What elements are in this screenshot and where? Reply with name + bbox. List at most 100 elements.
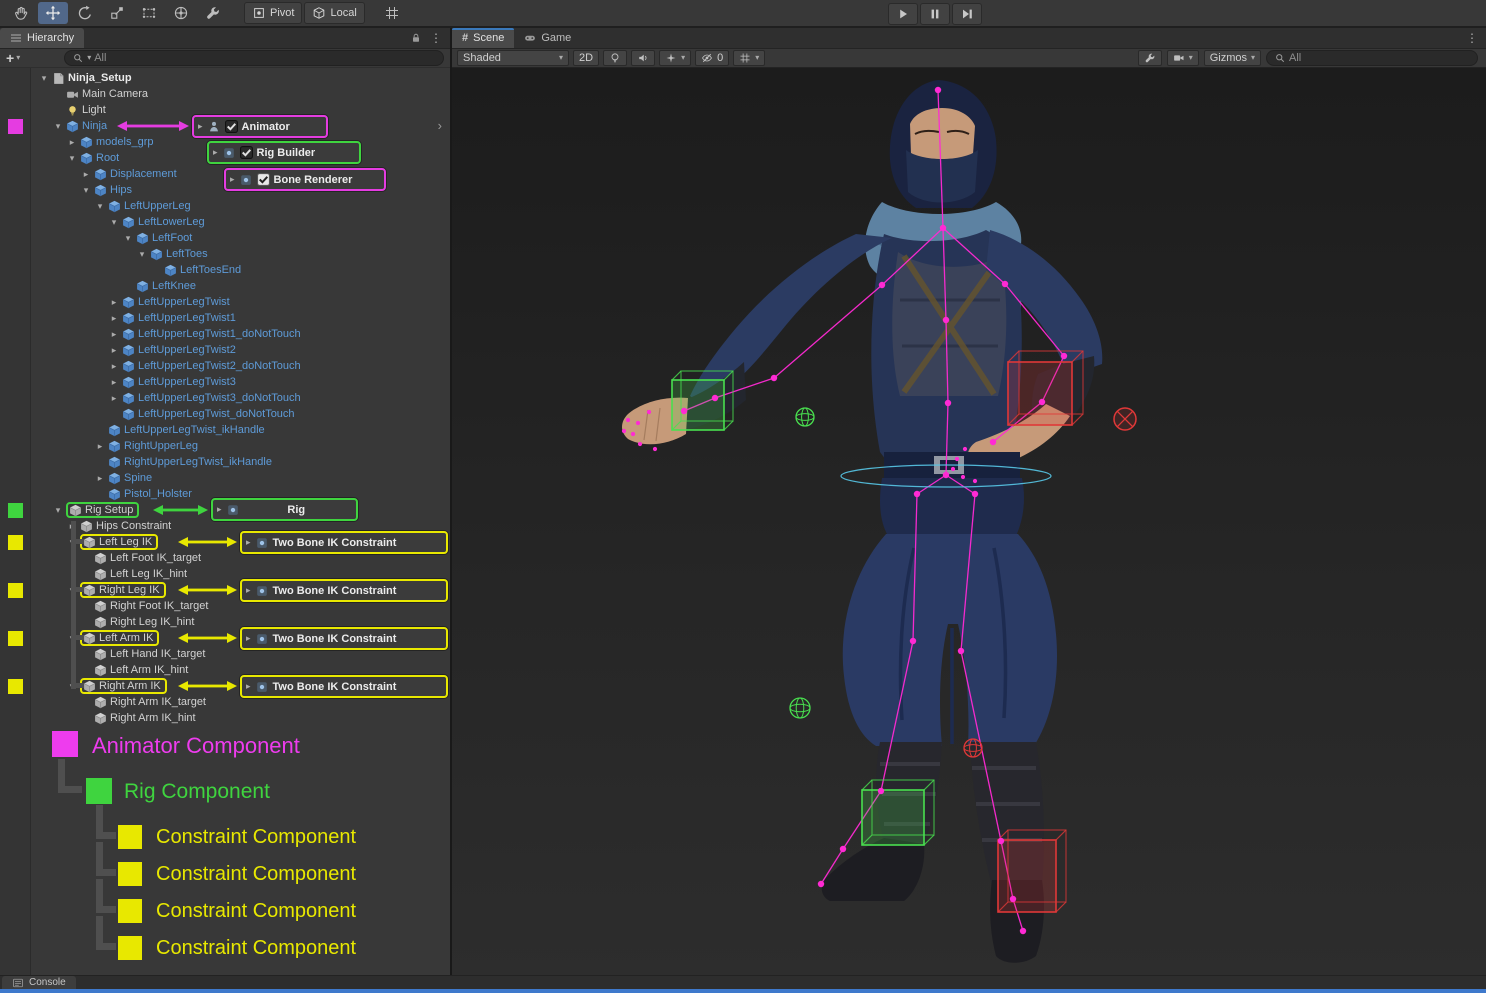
bone-joint[interactable] — [945, 400, 951, 406]
hierarchy-item-lefttoes[interactable]: ▾LeftToes — [32, 246, 450, 262]
hierarchy-item-rightupperleg[interactable]: ▸RightUpperLeg — [32, 438, 450, 454]
transform-tool-button[interactable] — [166, 2, 196, 24]
finger-joint[interactable] — [973, 479, 977, 483]
hierarchy-item-lefttoesend[interactable]: LeftToesEnd — [32, 262, 450, 278]
expander-closed-icon[interactable]: ▸ — [106, 313, 122, 324]
hierarchy-item-right-arm-ik-hint[interactable]: Right Arm IK_hint — [32, 710, 450, 726]
hierarchy-item-ninja-setup[interactable]: ▾Ninja_Setup — [32, 70, 450, 86]
bone-joint[interactable] — [990, 439, 996, 445]
finger-joint[interactable] — [638, 442, 642, 446]
hierarchy-item-leftknee[interactable]: LeftKnee — [32, 278, 450, 294]
bone-joint[interactable] — [771, 375, 777, 381]
2d-toggle-button[interactable]: 2D — [573, 50, 599, 66]
left-foot-ik-effector[interactable] — [862, 780, 934, 845]
expander-closed-icon[interactable]: ▸ — [92, 473, 108, 484]
hierarchy-item-leftupperlegtwist[interactable]: ▸LeftUpperLegTwist — [32, 294, 450, 310]
right-foot-ik-effector[interactable] — [998, 830, 1066, 912]
hierarchy-item-leftfoot[interactable]: ▾LeftFoot — [32, 230, 450, 246]
bone-joint[interactable] — [1039, 399, 1045, 405]
left-arm-hint-gizmo[interactable] — [796, 408, 814, 426]
right-hand-ik-effector[interactable] — [1008, 351, 1083, 425]
expander-closed-icon[interactable]: ▸ — [106, 345, 122, 356]
hierarchy-menu-icon[interactable]: ⋮ — [430, 31, 442, 45]
hierarchy-item-leftupperlegtwist3-donottouch[interactable]: ▸LeftUpperLegTwist3_doNotTouch — [32, 390, 450, 406]
hierarchy-search-input[interactable] — [94, 52, 436, 64]
expander-closed-icon[interactable]: ▸ — [78, 169, 94, 180]
tab-game[interactable]: Game — [514, 28, 581, 48]
finger-joint[interactable] — [653, 447, 657, 451]
scale-tool-button[interactable] — [102, 2, 132, 24]
hierarchy-item-leftupperlegtwist2[interactable]: ▸LeftUpperLegTwist2 — [32, 342, 450, 358]
hierarchy-item-main-camera[interactable]: Main Camera — [32, 86, 450, 102]
rotate-tool-button[interactable] — [70, 2, 100, 24]
expander-open-icon[interactable]: ▾ — [134, 249, 150, 260]
tab-scene[interactable]: # Scene — [452, 28, 514, 48]
bone-joint[interactable] — [940, 225, 946, 231]
scene-visibility-button[interactable]: 0 — [695, 50, 729, 66]
bone-joint[interactable] — [958, 648, 964, 654]
finger-joint[interactable] — [955, 457, 959, 461]
tab-hierarchy[interactable]: Hierarchy — [0, 28, 84, 48]
play-button[interactable] — [888, 3, 918, 25]
audio-toggle-button[interactable] — [631, 50, 655, 66]
finger-joint[interactable] — [963, 447, 967, 451]
lock-icon[interactable] — [410, 32, 422, 44]
bone-joint[interactable] — [1002, 281, 1008, 287]
prefab-open-chevron[interactable]: › — [438, 118, 442, 134]
editor-tools-button[interactable] — [1138, 50, 1162, 66]
bone-joint[interactable] — [681, 408, 687, 414]
bone-joint[interactable] — [998, 838, 1004, 844]
step-button[interactable] — [952, 3, 982, 25]
finger-joint[interactable] — [636, 421, 640, 425]
hierarchy-item-leftlowerleg[interactable]: ▾LeftLowerLeg — [32, 214, 450, 230]
expander-closed-icon[interactable]: ▸ — [106, 393, 122, 404]
expander-closed-icon[interactable]: ▸ — [106, 297, 122, 308]
scene-camera-dropdown[interactable]: ▾ — [1167, 50, 1199, 66]
left-hand-ik-effector[interactable] — [672, 371, 733, 430]
hierarchy-item-leftupperlegtwist1[interactable]: ▸LeftUpperLegTwist1 — [32, 310, 450, 326]
bone-joint[interactable] — [878, 788, 884, 794]
bone-joint[interactable] — [712, 395, 718, 401]
hierarchy-item-leftupperlegtwist3[interactable]: ▸LeftUpperLegTwist3 — [32, 374, 450, 390]
bone-joint[interactable] — [935, 87, 941, 93]
finger-joint[interactable] — [626, 418, 630, 422]
scene-menu-icon[interactable]: ⋮ — [1466, 31, 1478, 45]
lighting-toggle-button[interactable] — [603, 50, 627, 66]
expander-closed-icon[interactable]: ▸ — [92, 441, 108, 452]
custom-tool-button[interactable] — [198, 2, 228, 24]
bone-joint[interactable] — [972, 491, 978, 497]
bone-joint[interactable] — [943, 472, 949, 478]
shading-mode-dropdown[interactable]: Shaded ▾ — [457, 50, 569, 66]
expander-closed-icon[interactable]: ▸ — [106, 329, 122, 340]
right-arm-hint-gizmo[interactable] — [1114, 408, 1136, 430]
effects-dropdown-button[interactable]: ▾ — [659, 50, 691, 66]
local-toggle-button[interactable]: Local — [304, 2, 364, 24]
hierarchy-item-spine[interactable]: ▸Spine — [32, 470, 450, 486]
scene-search-input[interactable] — [1289, 52, 1470, 64]
finger-joint[interactable] — [631, 432, 635, 436]
scene-viewport[interactable] — [452, 68, 1486, 975]
expander-closed-icon[interactable]: ▸ — [64, 137, 80, 148]
hierarchy-item-leftupperlegtwist1-donottouch[interactable]: ▸LeftUpperLegTwist1_doNotTouch — [32, 326, 450, 342]
expander-open-icon[interactable]: ▾ — [64, 153, 80, 164]
expander-open-icon[interactable]: ▾ — [78, 185, 94, 196]
create-object-button[interactable]: +▾ — [6, 50, 20, 66]
finger-joint[interactable] — [961, 475, 965, 479]
tab-console[interactable]: Console — [2, 976, 76, 989]
pause-button[interactable] — [920, 3, 950, 25]
gizmos-dropdown[interactable]: Gizmos▾ — [1204, 50, 1261, 66]
bone-joint[interactable] — [1061, 353, 1067, 359]
pivot-toggle-button[interactable]: Pivot — [244, 2, 302, 24]
finger-joint[interactable] — [622, 429, 626, 433]
hand-tool-button[interactable] — [6, 2, 36, 24]
bone-joint[interactable] — [914, 491, 920, 497]
search-filter-caret-icon[interactable]: ▾ — [87, 54, 91, 62]
expander-closed-icon[interactable]: ▸ — [106, 361, 122, 372]
expander-open-icon[interactable]: ▾ — [120, 233, 136, 244]
hierarchy-item-leftupperlegtwist-ikhandle[interactable]: LeftUpperLegTwist_ikHandle — [32, 422, 450, 438]
left-leg-hint-gizmo[interactable] — [790, 698, 810, 718]
hierarchy-item-leftupperleg[interactable]: ▾LeftUpperLeg — [32, 198, 450, 214]
expander-open-icon[interactable]: ▾ — [36, 73, 52, 84]
bone-joint[interactable] — [1020, 928, 1026, 934]
bone-joint[interactable] — [1010, 896, 1016, 902]
